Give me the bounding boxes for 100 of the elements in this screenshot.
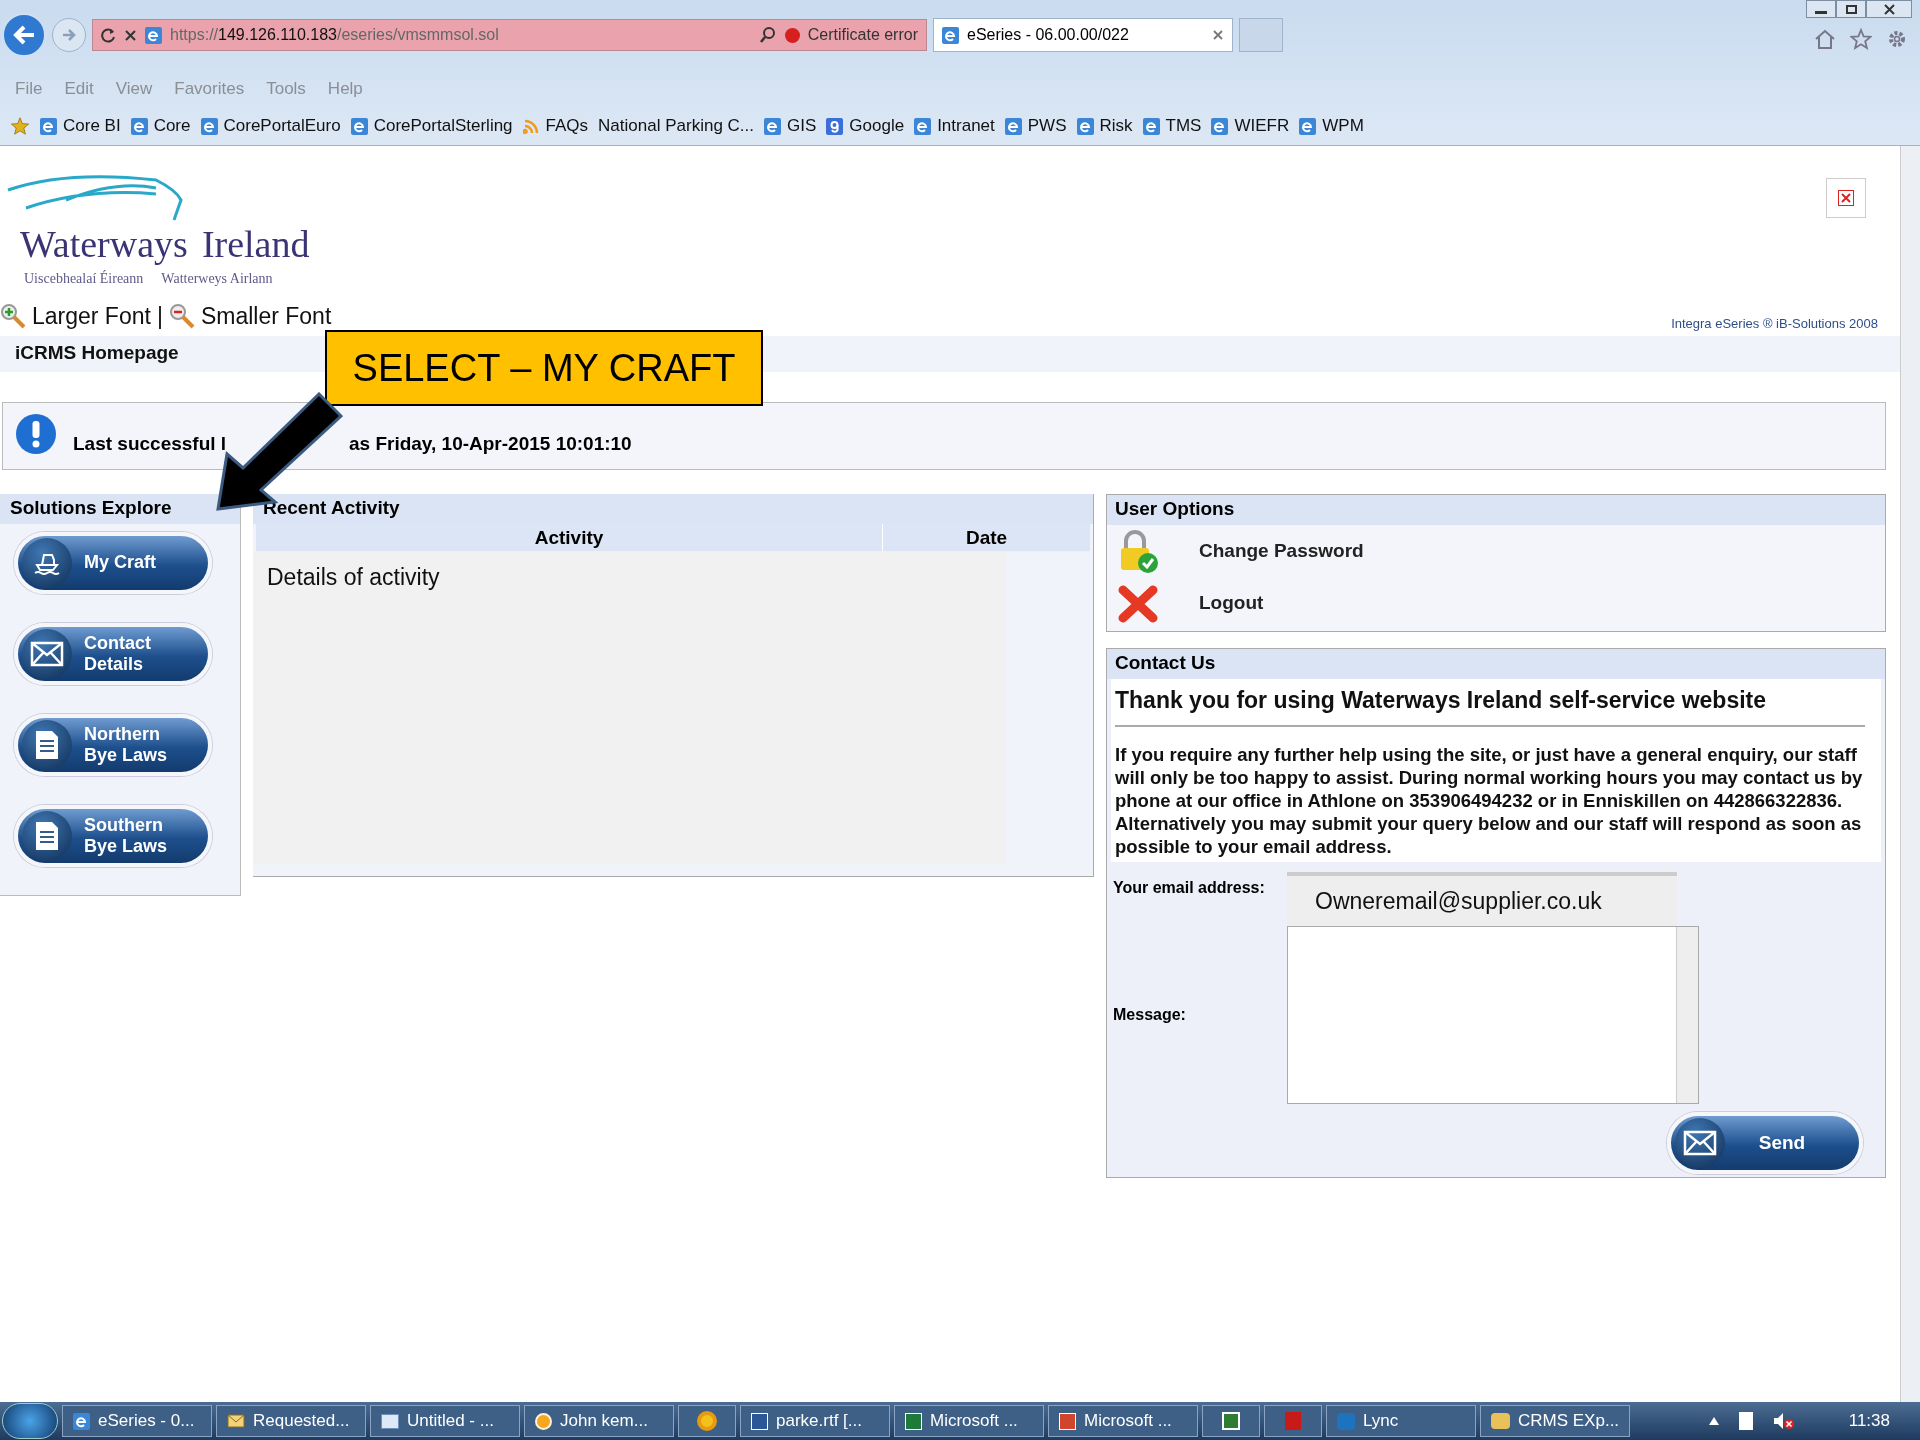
browser-page-icon	[1076, 117, 1094, 135]
favorite-link[interactable]: Risk	[1076, 113, 1133, 139]
favorite-link[interactable]: WIEFR	[1211, 113, 1290, 139]
favorites-star-icon[interactable]	[10, 116, 30, 136]
contact-text: If you require any further help using the site, or just have a general enquiry, our staff will only be too happy to assist. During normal working hours you may contact us by phone at our office in Athlone on 353906494232 or in Enniskillen on 442866322836. Alternatively you may submit your query below and our staff will respond as soon as possible to your email address.	[1115, 743, 1864, 858]
font-size-link[interactable]: Larger Font	[32, 299, 151, 334]
envelope-icon	[1683, 1130, 1717, 1156]
taskbar-button[interactable]	[678, 1405, 736, 1437]
logo-word: Waterways	[20, 222, 188, 266]
stop-icon[interactable]	[124, 28, 137, 42]
star-icon[interactable]	[1850, 28, 1872, 50]
solution-button[interactable]: My Craft	[14, 531, 212, 594]
taskbar-button[interactable]: John kem...	[524, 1405, 674, 1437]
taskbar-button[interactable]: Microsoft ...	[894, 1405, 1044, 1437]
taskbar-button[interactable]: Untitled - ...	[370, 1405, 520, 1437]
user-option-link[interactable]: Change Password	[1199, 537, 1364, 566]
taskbar-button[interactable]: parke.rtf [...	[740, 1405, 890, 1437]
send-button[interactable]: Send	[1667, 1112, 1863, 1174]
cover-note-text: Details of activity	[267, 563, 440, 590]
favorite-link[interactable]: CorePortalEuro	[200, 113, 341, 139]
close-icon	[1883, 3, 1895, 15]
address-bar[interactable]: https://149.126.110.183/eseries/vmsmmsol.sol Certificate error	[92, 19, 927, 51]
favorite-link[interactable]: Core	[130, 113, 191, 139]
solution-button[interactable]: Contact Details	[14, 622, 212, 685]
favorite-link[interactable]: WPM	[1299, 113, 1364, 139]
browser-page-icon	[1211, 117, 1229, 135]
address-text: https://149.126.110.183/eseries/vmsmmsol.sol	[170, 25, 499, 45]
browser-page-icon	[764, 117, 781, 135]
cross-icon	[1117, 583, 1159, 624]
contact-heading: Thank you for using Waterways Ireland self-service website	[1115, 682, 1865, 727]
browser-page-icon	[914, 117, 932, 135]
home-icon[interactable]	[1814, 28, 1836, 50]
browser-page-icon	[1142, 117, 1160, 135]
search-icon[interactable]	[758, 26, 777, 44]
window-icon	[381, 1413, 399, 1429]
taskbar-button[interactable]: Microsoft ...	[1048, 1405, 1198, 1437]
refresh-icon[interactable]	[101, 27, 116, 43]
browser-page-icon	[40, 117, 57, 135]
close-window-button[interactable]	[1866, 0, 1912, 18]
certificate-error-text[interactable]: Certificate error	[807, 23, 918, 47]
maximize-button[interactable]	[1836, 0, 1866, 18]
folder-icon	[1491, 1413, 1510, 1429]
browser-page-icon	[350, 117, 368, 135]
separator-text: |	[156, 302, 163, 331]
start-button[interactable]	[2, 1403, 58, 1439]
message-field[interactable]	[1287, 926, 1699, 1104]
solution-button[interactable]: Northern Bye Laws	[14, 713, 212, 776]
logo-subtitle: Uiscebhealaí Éireann	[24, 269, 144, 288]
panel-title: User Options	[1115, 497, 1235, 522]
close-tab-icon[interactable]	[1212, 29, 1224, 41]
forward-arrow-icon	[61, 28, 77, 42]
document-icon	[34, 728, 60, 761]
favorite-link[interactable]: Intranet	[914, 113, 995, 139]
taskbar-button[interactable]	[1202, 1405, 1260, 1437]
taskbar-button[interactable]: Requested...	[216, 1405, 366, 1437]
speaker-muted-icon[interactable]	[1772, 1412, 1795, 1430]
favorite-link[interactable]: National Parking C...	[598, 113, 754, 139]
taskbar-button[interactable]: CRMS EXp...	[1480, 1405, 1630, 1437]
spreadsheet-icon	[905, 1412, 922, 1430]
close-button[interactable]	[1826, 178, 1866, 218]
presentation-icon	[1059, 1412, 1076, 1430]
browser-page-icon	[1299, 117, 1317, 135]
settings-icon[interactable]	[1886, 28, 1908, 50]
flower-icon	[697, 1411, 717, 1431]
copyright-text: Integra eSeries ® iB-Solutions 2008	[1671, 315, 1878, 333]
panel-title: Contact Us	[1115, 651, 1216, 676]
taskbar-button[interactable]: Lync	[1326, 1405, 1476, 1437]
taskbar-button[interactable]: eSeries - 0...	[62, 1405, 212, 1437]
browser-tab[interactable]: eSeries - 06.00.00/022	[933, 18, 1233, 52]
page-scrollbar[interactable]	[1900, 146, 1920, 1402]
login-notice-text: Last successful l	[73, 432, 228, 457]
panel-title: Solutions Explore	[10, 496, 170, 521]
solution-button[interactable]: Southern Bye Laws	[14, 804, 212, 867]
browser-page-icon	[1004, 117, 1022, 135]
email-value-text: Owneremail@supplier.co.uk	[1315, 886, 1602, 916]
column-header: Activity	[256, 523, 883, 551]
minimize-button[interactable]	[1806, 0, 1836, 18]
favorite-link[interactable]: PWS	[1004, 113, 1067, 139]
logo-word: Ireland	[201, 222, 310, 266]
scrollbar[interactable]	[1676, 927, 1698, 1103]
field-label: Message:	[1113, 1005, 1187, 1025]
favorite-link[interactable]: TMS	[1142, 113, 1202, 139]
logo-subtitle: Watterweys Airlann	[161, 270, 273, 288]
user-option-link[interactable]: Logout	[1199, 589, 1264, 618]
network-icon	[1222, 1412, 1240, 1430]
favorite-link[interactable]: CorePortalSterling	[350, 113, 513, 139]
favorite-link[interactable]: FAQs	[522, 113, 589, 139]
browser-page-icon	[130, 117, 148, 135]
feed-icon	[522, 117, 540, 135]
clock-text: 11:38	[1848, 1410, 1890, 1433]
tray-arrow-icon[interactable]	[1708, 1417, 1719, 1425]
field-label: Your email address:	[1113, 878, 1266, 898]
favorite-link[interactable]: GIS	[764, 113, 817, 139]
document-icon	[34, 819, 60, 852]
zoom-in-icon	[0, 303, 26, 330]
breadcrumb-text: iCRMS Homepage	[15, 341, 179, 366]
chat-app-icon	[1337, 1412, 1355, 1430]
favorite-link[interactable]: Core BI	[40, 113, 121, 139]
favorite-link[interactable]: Google	[826, 113, 905, 139]
close-icon	[1838, 190, 1854, 206]
